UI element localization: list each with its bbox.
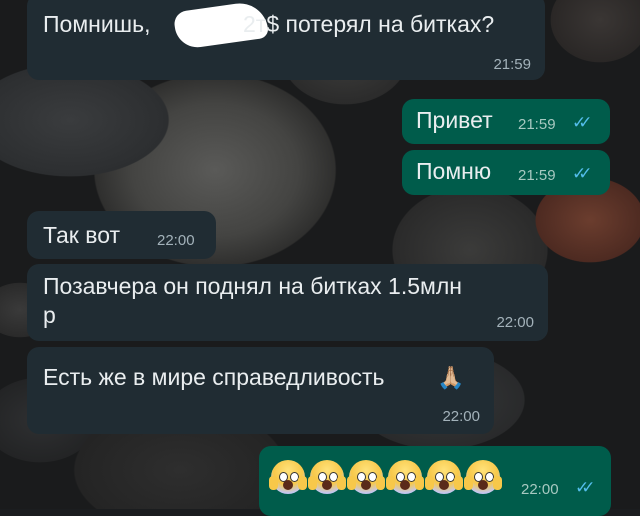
message-incoming-2[interactable]: Так вот 22:00 <box>27 211 216 259</box>
face-screaming-in-fear-icon <box>347 460 385 494</box>
message-outgoing-1[interactable]: Привет 21:59 ✓✓ <box>402 99 610 144</box>
message-time: 22:00 <box>521 481 559 498</box>
face-screaming-in-fear-icon <box>425 460 463 494</box>
message-text-line-2: р <box>43 302 56 328</box>
emoji-row <box>269 460 511 496</box>
message-text: Есть же в мире справедливость <box>43 364 385 390</box>
message-text-part-1: Помнишь, <box>43 11 151 37</box>
double-check-icon: ✓✓ <box>572 164 592 183</box>
message-text-part-2: 2т$ потерял на битках? <box>243 11 495 37</box>
message-text-line-1: Позавчера он поднял на битках 1.5млн <box>43 273 462 299</box>
folded-hands-icon: 🙏🏼 <box>437 365 465 390</box>
face-screaming-in-fear-icon <box>269 460 307 494</box>
message-incoming-4[interactable]: Есть же в мире справедливость 🙏🏼 22:00 <box>27 347 494 434</box>
message-time: 21:59 <box>518 167 556 184</box>
message-outgoing-3[interactable]: 22:00 ✓✓ <box>259 446 611 516</box>
message-time: 21:59 <box>493 56 531 73</box>
message-text: Помню <box>416 158 492 184</box>
face-screaming-in-fear-icon <box>386 460 424 494</box>
message-outgoing-2[interactable]: Помню 21:59 ✓✓ <box>402 150 610 195</box>
face-screaming-in-fear-icon <box>464 460 502 494</box>
message-time: 22:00 <box>442 408 480 425</box>
message-time: 22:00 <box>157 232 195 249</box>
message-time: 21:59 <box>518 116 556 133</box>
face-screaming-in-fear-icon <box>308 460 346 494</box>
message-incoming-3[interactable]: Позавчера он поднял на битках 1.5млн р 2… <box>27 264 548 341</box>
double-check-icon: ✓✓ <box>575 478 595 497</box>
message-text: Привет <box>416 107 493 133</box>
message-text: Так вот <box>43 222 121 248</box>
message-time: 22:00 <box>496 314 534 331</box>
double-check-icon: ✓✓ <box>572 113 592 132</box>
message-incoming-1[interactable]: Помнишь, 2т$ потерял на битках? 21:59 <box>27 0 545 80</box>
